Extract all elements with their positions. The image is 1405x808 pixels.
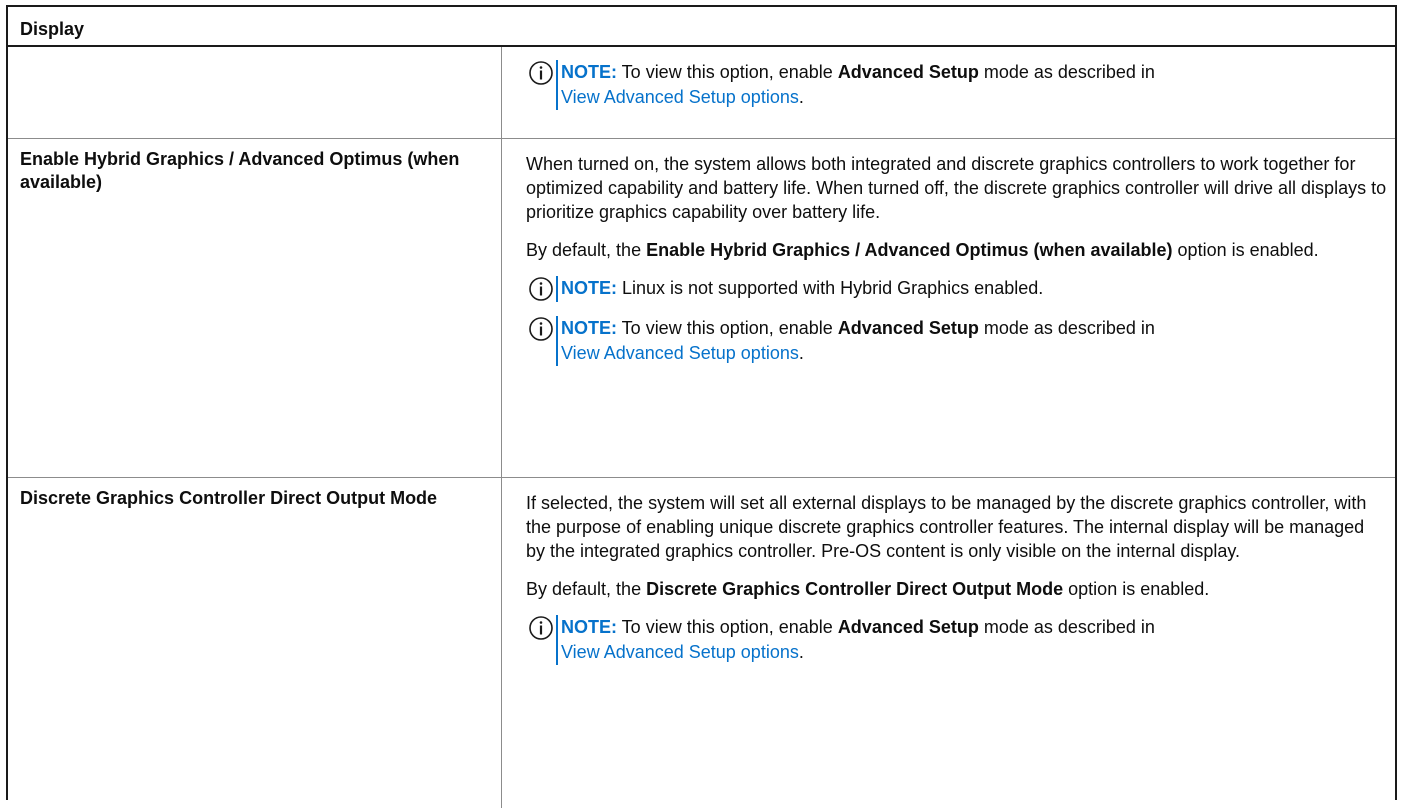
default-text-after: option is enabled.: [1172, 240, 1319, 260]
option-description-cell: If selected, the system will set all ext…: [502, 478, 1395, 808]
note-label: NOTE:: [561, 617, 617, 637]
default-bold: Discrete Graphics Controller Direct Outp…: [646, 579, 1064, 599]
note-text-before: To view this option, enable: [617, 617, 838, 637]
info-circle-icon: [526, 276, 556, 302]
view-advanced-setup-link[interactable]: View Advanced Setup options: [561, 343, 799, 363]
note-text: NOTE: To view this option, enable Advanc…: [556, 316, 1155, 366]
note-block: NOTE: Linux is not supported with Hybrid…: [526, 276, 1387, 302]
note-text-after: mode as described in: [978, 617, 1155, 637]
note-text: NOTE: Linux is not supported with Hybrid…: [556, 276, 1043, 302]
info-circle-icon: [526, 60, 556, 86]
table-row: Discrete Graphics Controller Direct Outp…: [8, 478, 1395, 808]
view-advanced-setup-link[interactable]: View Advanced Setup options: [561, 87, 799, 107]
default-text-before: By default, the: [526, 579, 647, 599]
option-name-cell: Discrete Graphics Controller Direct Outp…: [8, 478, 502, 808]
table-row: NOTE: To view this option, enable Advanc…: [8, 47, 1395, 139]
note-text-before: To view this option, enable: [617, 318, 838, 338]
option-description: If selected, the system will set all ext…: [526, 493, 1367, 561]
note-block: NOTE: To view this option, enable Advanc…: [526, 60, 1387, 110]
default-bold: Enable Hybrid Graphics / Advanced Optimu…: [646, 240, 1173, 260]
note-text-after: mode as described in: [978, 318, 1155, 338]
note-end: .: [798, 343, 804, 363]
note-label: NOTE:: [561, 62, 617, 82]
view-advanced-setup-link[interactable]: View Advanced Setup options: [561, 642, 799, 662]
default-text-after: option is enabled.: [1063, 579, 1210, 599]
option-default: By default, the Discrete Graphics Contro…: [526, 577, 1387, 601]
table-header: Display: [8, 7, 1395, 47]
note-text: NOTE: To view this option, enable Advanc…: [556, 60, 1155, 110]
option-default: By default, the Enable Hybrid Graphics /…: [526, 238, 1387, 262]
option-description-cell: When turned on, the system allows both i…: [502, 139, 1395, 477]
note-bold: Advanced Setup: [837, 62, 979, 82]
option-name-cell: [8, 47, 502, 138]
info-circle-icon: [526, 615, 556, 641]
option-description: When turned on, the system allows both i…: [526, 154, 1387, 222]
note-bold: Advanced Setup: [837, 617, 979, 637]
table-row: Enable Hybrid Graphics / Advanced Optimu…: [8, 139, 1395, 478]
note-block: NOTE: To view this option, enable Advanc…: [526, 316, 1387, 366]
option-description-cell: NOTE: To view this option, enable Advanc…: [502, 47, 1395, 138]
note-text: Linux is not supported with Hybrid Graph…: [617, 278, 1044, 298]
note-text: NOTE: To view this option, enable Advanc…: [556, 615, 1155, 665]
note-label: NOTE:: [561, 278, 617, 298]
info-circle-icon: [526, 316, 556, 342]
settings-table: Display NOTE: To view this option, enabl…: [6, 5, 1397, 808]
note-end: .: [798, 87, 804, 107]
option-name-cell: Enable Hybrid Graphics / Advanced Optimu…: [8, 139, 502, 477]
note-block: NOTE: To view this option, enable Advanc…: [526, 615, 1387, 665]
note-label: NOTE:: [561, 318, 617, 338]
note-text-after: mode as described in: [978, 62, 1155, 82]
note-bold: Advanced Setup: [837, 318, 979, 338]
note-text-before: To view this option, enable: [617, 62, 838, 82]
default-text-before: By default, the: [526, 240, 647, 260]
note-end: .: [798, 642, 804, 662]
